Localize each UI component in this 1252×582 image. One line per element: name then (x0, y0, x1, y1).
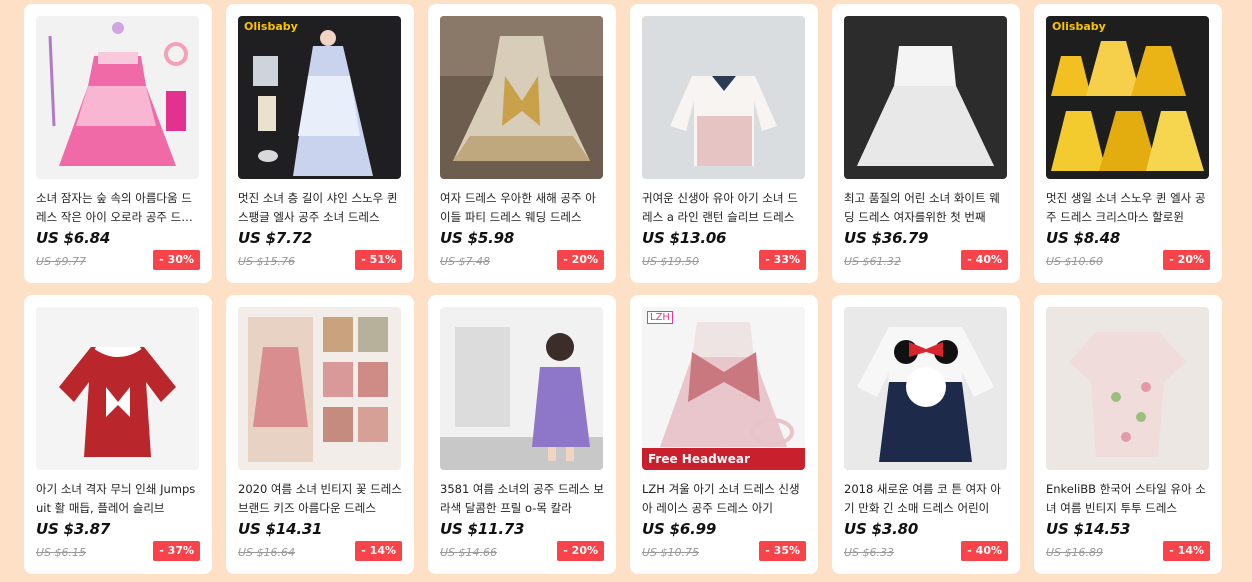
original-price: US $9.77 (36, 255, 87, 268)
original-price: US $7.48 (440, 255, 491, 268)
brand-label: Olisbaby (1052, 20, 1106, 33)
product-card[interactable]: LZH Free Headwear LZH 겨울 아기 소녀 드레스 신생아 레… (630, 295, 818, 574)
product-card[interactable]: 2018 새로운 여름 코 튼 여자 아기 만화 긴 소매 드레스 어린이 US… (832, 295, 1020, 574)
product-card[interactable]: Olisbaby 멋진 생일 소녀 스노우 퀸 엘사 공주 드레스 크리스마스 … (1034, 4, 1222, 283)
product-card[interactable]: 귀여운 신생아 유아 아기 소녀 드레스 a 라인 랜턴 슬리브 드레스 US … (630, 4, 818, 283)
product-card[interactable]: 아기 소녀 격자 무늬 인쇄 Jumpsuit 활 매듭, 플레어 슬리브 US… (24, 295, 212, 574)
discount-badge: - 40% (961, 541, 1008, 561)
minnie-dress-image[interactable] (844, 307, 1007, 470)
discount-badge: - 35% (759, 541, 806, 561)
original-price: US $14.66 (440, 546, 498, 559)
product-price: US $3.80 (844, 520, 919, 538)
purple-dress-girl-image[interactable] (440, 307, 603, 470)
discount-badge: - 51% (355, 250, 402, 270)
tweed-baby-dress-image[interactable] (642, 16, 805, 179)
product-price: US $6.99 (642, 520, 717, 538)
product-price: US $5.98 (440, 229, 515, 247)
product-price: US $14.53 (1046, 520, 1131, 538)
product-title[interactable]: 소녀 잠자는 숲 속의 아름다움 드레스 작은 아이 오로라 공주 드레스 (36, 189, 201, 227)
product-card[interactable]: 2020 여름 소녀 빈티지 꽃 드레스 브랜드 키즈 아름다운 드레스 US … (226, 295, 414, 574)
product-title[interactable]: 최고 품질의 어린 소녀 화이트 웨딩 드레스 여자를위한 첫 번째 (844, 189, 1009, 227)
product-price: US $7.72 (238, 229, 313, 247)
original-price: US $16.89 (1046, 546, 1104, 559)
discount-badge: - 40% (961, 250, 1008, 270)
elsa-dress-image[interactable]: Olisbaby (238, 16, 401, 179)
product-price: US $3.87 (36, 520, 111, 538)
product-price: US $6.84 (36, 229, 111, 247)
product-title[interactable]: LZH 겨울 아기 소녀 드레스 신생아 레이스 공주 드레스 아기 (642, 480, 807, 518)
discount-badge: - 20% (557, 250, 604, 270)
gold-bow-dress-image[interactable] (440, 16, 603, 179)
product-title[interactable]: 멋진 소녀 층 길이 샤인 스노우 퀸 스팽글 엘사 공주 소녀 드레스 (238, 189, 403, 227)
pink-princess-dress-image[interactable] (36, 16, 199, 179)
discount-badge: - 30% (153, 250, 200, 270)
yellow-belle-dresses-image[interactable]: Olisbaby (1046, 16, 1209, 179)
product-price: US $36.79 (844, 229, 929, 247)
product-grid: 소녀 잠자는 숲 속의 아름다움 드레스 작은 아이 오로라 공주 드레스 US… (0, 0, 1252, 582)
product-card[interactable]: 3581 여름 소녀의 공주 드레스 보라색 달콤한 프릴 o-목 칼라 US … (428, 295, 616, 574)
original-price: US $61.32 (844, 255, 902, 268)
product-title[interactable]: 3581 여름 소녀의 공주 드레스 보라색 달콤한 프릴 o-목 칼라 (440, 480, 605, 518)
white-tutu-dress-image[interactable] (844, 16, 1007, 179)
product-card[interactable]: 최고 품질의 어린 소녀 화이트 웨딩 드레스 여자를위한 첫 번째 US $3… (832, 4, 1020, 283)
product-title[interactable]: 2020 여름 소녀 빈티지 꽃 드레스 브랜드 키즈 아름다운 드레스 (238, 480, 403, 518)
product-title[interactable]: 귀여운 신생아 유아 아기 소녀 드레스 a 라인 랜턴 슬리브 드레스 (642, 189, 807, 227)
free-headwear-banner: Free Headwear (642, 448, 805, 470)
original-price: US $10.60 (1046, 255, 1104, 268)
discount-badge: - 14% (1163, 541, 1210, 561)
discount-badge: - 33% (759, 250, 806, 270)
discount-badge: - 37% (153, 541, 200, 561)
product-title[interactable]: EnkeliBB 한국어 스타일 유아 소녀 여름 빈티지 투투 드레스 (1046, 480, 1211, 518)
product-price: US $8.48 (1046, 229, 1121, 247)
brand-label: LZH (647, 311, 673, 324)
product-price: US $13.06 (642, 229, 727, 247)
floral-puff-dress-image[interactable] (1046, 307, 1209, 470)
pink-lace-dress-image[interactable]: LZH Free Headwear (642, 307, 805, 470)
product-title[interactable]: 여자 드레스 우아한 새해 공주 아이들 파티 드레스 웨딩 드레스 (440, 189, 605, 227)
product-price: US $14.31 (238, 520, 323, 538)
original-price: US $19.50 (642, 255, 700, 268)
discount-badge: - 20% (557, 541, 604, 561)
product-card[interactable]: 소녀 잠자는 숲 속의 아름다움 드레스 작은 아이 오로라 공주 드레스 US… (24, 4, 212, 283)
original-price: US $16.64 (238, 546, 296, 559)
brand-label: Olisbaby (244, 20, 298, 33)
original-price: US $10.75 (642, 546, 700, 559)
original-price: US $6.33 (844, 546, 895, 559)
product-title[interactable]: 아기 소녀 격자 무늬 인쇄 Jumpsuit 활 매듭, 플레어 슬리브 (36, 480, 201, 518)
plaid-romper-image[interactable] (36, 307, 199, 470)
floral-set-image[interactable] (238, 307, 401, 470)
product-card[interactable]: Olisbaby 멋진 소녀 층 길이 샤인 스노우 퀸 스팽글 엘사 공주 소… (226, 4, 414, 283)
product-price: US $11.73 (440, 520, 525, 538)
product-card[interactable]: 여자 드레스 우아한 새해 공주 아이들 파티 드레스 웨딩 드레스 US $5… (428, 4, 616, 283)
original-price: US $15.76 (238, 255, 296, 268)
product-title[interactable]: 멋진 생일 소녀 스노우 퀸 엘사 공주 드레스 크리스마스 할로윈 (1046, 189, 1211, 227)
product-title[interactable]: 2018 새로운 여름 코 튼 여자 아기 만화 긴 소매 드레스 어린이 (844, 480, 1009, 518)
discount-badge: - 14% (355, 541, 402, 561)
discount-badge: - 20% (1163, 250, 1210, 270)
product-card[interactable]: EnkeliBB 한국어 스타일 유아 소녀 여름 빈티지 투투 드레스 US … (1034, 295, 1222, 574)
original-price: US $6.15 (36, 546, 87, 559)
